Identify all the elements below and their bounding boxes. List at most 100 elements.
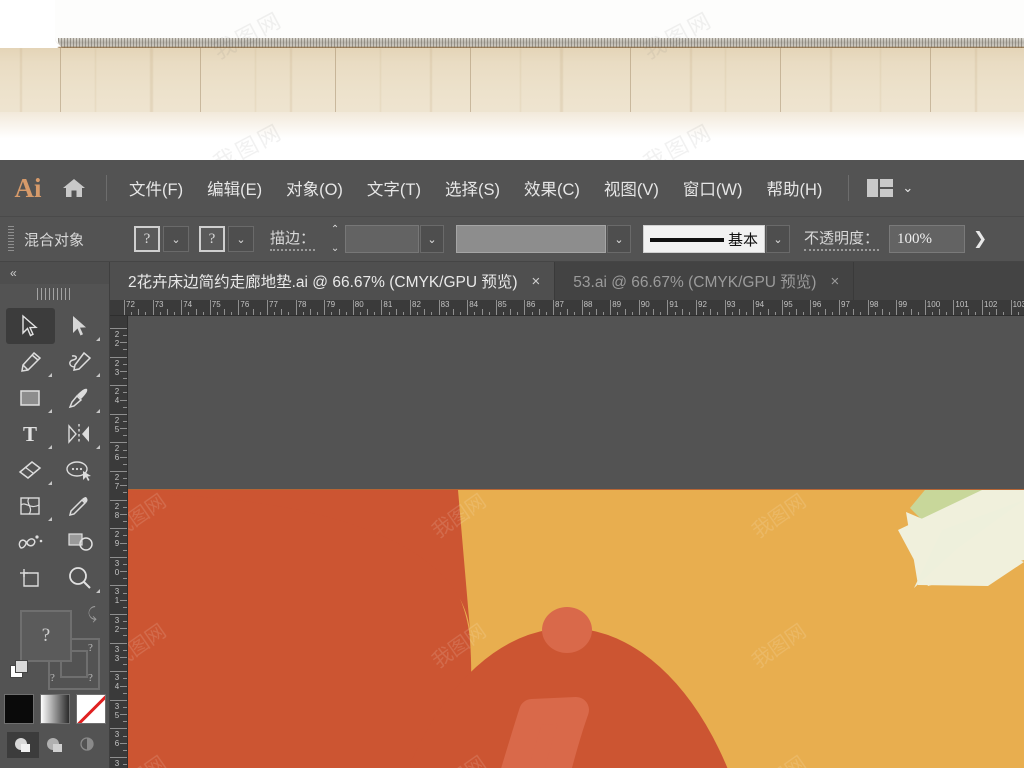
flyout-indicator-icon [96, 589, 100, 593]
draw-inside-mode[interactable] [71, 732, 103, 758]
ruler-label: 23 [114, 358, 120, 377]
vertical-ruler[interactable]: 22 23 24 25 26 27 28 29 30 31 32 33 34 35 36 37 [110, 316, 128, 768]
horizontal-ruler[interactable]: 72 73 74 75 76 77 78 79 80 81 82 83 84 85 86 87 88 89 90 91… [110, 300, 1024, 316]
brush-stroke-preview-icon [650, 238, 725, 242]
fill-proxy[interactable]: ? [20, 610, 72, 662]
shape-builder-tool[interactable] [55, 452, 104, 488]
control-bar-chevron-right-icon[interactable]: ❯ [973, 229, 987, 249]
tools-panel-grip[interactable] [36, 286, 73, 302]
ruler-minor-tick [123, 363, 127, 365]
ruler-minor-tick [803, 312, 805, 315]
opacity-label[interactable]: 不透明度： [804, 227, 880, 251]
eraser-tool[interactable] [6, 452, 55, 488]
ruler-tick [110, 385, 127, 387]
slice-tool[interactable] [6, 560, 55, 596]
menu-item-w[interactable]: 窗口(W) [671, 172, 755, 204]
variable-width-profile-field[interactable] [456, 225, 607, 253]
menu-item-s[interactable]: 选择(S) [433, 172, 512, 204]
artboard-tool[interactable] [55, 524, 104, 560]
flyout-indicator-icon [96, 409, 100, 413]
menu-item-f[interactable]: 文件(F) [117, 172, 195, 204]
ruler-minor-tick [120, 370, 127, 372]
home-icon[interactable] [52, 177, 96, 199]
fill-swatch[interactable]: ? [134, 226, 160, 252]
control-bar-grip[interactable] [8, 226, 14, 252]
ruler-minor-tick [145, 312, 147, 315]
stroke-weight-stepper[interactable]: ⌃ ⌄ [327, 225, 343, 254]
stroke-swatch-group[interactable]: ? ⌄ [199, 226, 254, 252]
ruler-label: 74 [183, 300, 193, 309]
stepper-down-icon[interactable]: ⌄ [331, 244, 339, 254]
document-tab-close-icon[interactable]: × [532, 273, 541, 290]
type-tool[interactable]: T [6, 416, 55, 452]
artboard-canvas[interactable]: 我图网 我图网 我图网 我图网 我图网 我图网 我图网 我图网 我图网 [128, 490, 1024, 768]
document-tab[interactable]: 2花卉床边简约走廊地垫.ai @ 66.67% (CMYK/GPU 预览) × [110, 262, 556, 300]
opacity-input[interactable]: 100% [889, 225, 966, 253]
zoom-tool[interactable] [55, 560, 104, 596]
stroke-swatch[interactable]: ? [199, 226, 225, 252]
ruler-label: 86 [526, 300, 536, 309]
symbol-sprayer-tool[interactable] [6, 524, 55, 560]
variable-width-chevron-down-icon[interactable]: ⌄ [607, 225, 632, 253]
stepper-up-icon[interactable]: ⌃ [331, 225, 339, 235]
menu-item-t[interactable]: 文字(T) [355, 172, 433, 204]
ruler-tick [110, 471, 127, 472]
draw-normal-mode[interactable] [6, 732, 39, 758]
ruler-tick [110, 614, 127, 615]
document-tab-close-icon[interactable]: × [830, 273, 839, 290]
selection-tool[interactable] [6, 308, 55, 344]
ruler-minor-tick [967, 309, 969, 315]
stroke-weight-chevron-down-icon[interactable]: ⌄ [420, 225, 445, 253]
document-tab[interactable]: 53.ai @ 66.67% (CMYK/GPU 预览) × [555, 262, 855, 300]
menu-item-h[interactable]: 帮助(H) [754, 172, 834, 204]
flyout-indicator-icon [96, 373, 100, 377]
color-mode-gradient[interactable] [39, 694, 70, 724]
menu-item-c[interactable]: 效果(C) [512, 172, 592, 204]
ruler-tick [110, 699, 127, 701]
ruler-minor-tick [717, 312, 719, 315]
paintbrush-tool[interactable] [55, 380, 104, 416]
flyout-indicator-icon [47, 517, 52, 521]
curvature-tool[interactable] [55, 344, 104, 380]
stroke-weight-label[interactable]: 描边： [270, 227, 316, 251]
draw-behind-mode[interactable] [39, 732, 71, 758]
menu-item-e[interactable]: 编辑(E) [195, 172, 274, 204]
direct-selection-tool[interactable] [55, 308, 104, 344]
rectangle-tool[interactable] [6, 380, 55, 416]
reflect-tool[interactable] [55, 416, 104, 452]
ruler-minor-tick [574, 312, 576, 315]
ruler-minor-tick [120, 599, 127, 601]
ruler-minor-tick [860, 312, 862, 315]
mesh-tool[interactable] [6, 488, 55, 524]
menu-item-v[interactable]: 视图(V) [592, 172, 671, 204]
tools-panel-collapse-icon[interactable]: « [0, 262, 109, 284]
ruler-minor-tick [631, 312, 633, 315]
pen-tool[interactable] [6, 344, 55, 380]
ruler-minor-tick [853, 309, 855, 315]
ruler-label: 80 [354, 300, 364, 309]
app-logo: Ai [14, 172, 42, 203]
menu-item-o[interactable]: 对象(O) [274, 172, 355, 204]
stroke-chevron-down-icon[interactable]: ⌄ [228, 226, 254, 252]
ruler-minor-tick [688, 312, 690, 315]
color-mode-none[interactable] [75, 694, 106, 724]
stroke-weight-input[interactable] [345, 225, 420, 253]
brush-definition-field[interactable]: 基本 [643, 225, 766, 253]
ruler-tick [110, 585, 127, 587]
ruler-minor-tick [703, 312, 705, 315]
brush-definition-chevron-down-icon[interactable]: ⌄ [766, 225, 791, 253]
ruler-minor-tick [120, 742, 127, 744]
swap-fill-stroke-icon[interactable]: ⤹ [87, 606, 97, 624]
color-mode-solid[interactable] [3, 694, 34, 724]
fill-stroke-proxy: ? ? ? ? ⤹ [8, 604, 101, 690]
fill-swatch-group[interactable]: ? ⌄ [134, 226, 189, 252]
ruler-minor-tick [874, 312, 876, 315]
ruler-label: 97 [841, 300, 850, 309]
flyout-indicator-icon [96, 445, 100, 449]
ruler-minor-tick [120, 714, 127, 716]
eyedropper-tool[interactable] [55, 488, 104, 524]
fill-chevron-down-icon[interactable]: ⌄ [163, 226, 189, 252]
workspace-switcher[interactable]: ⌄ [867, 179, 913, 197]
ruler-minor-tick [974, 312, 976, 315]
default-fill-stroke-icon[interactable] [10, 660, 32, 680]
